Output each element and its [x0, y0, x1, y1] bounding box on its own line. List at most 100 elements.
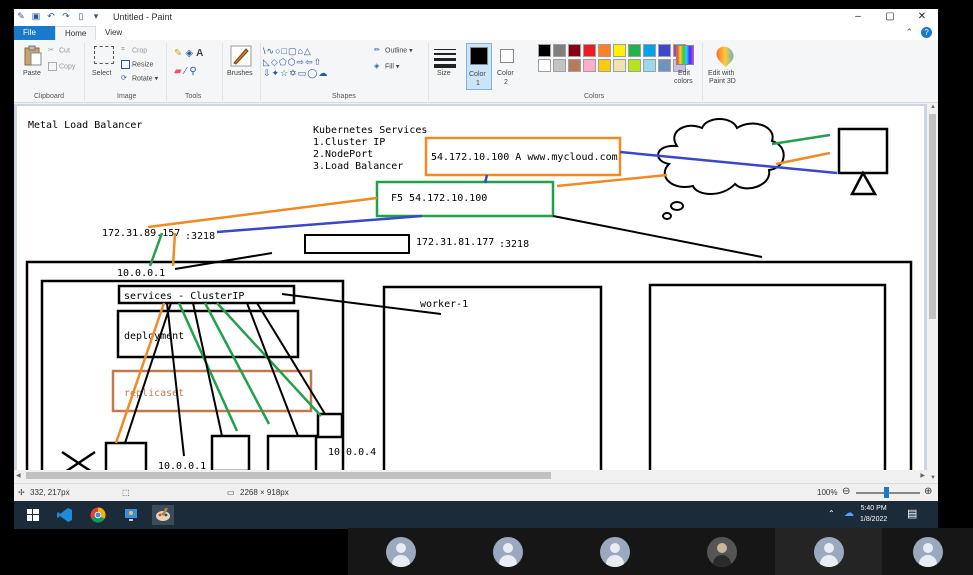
- palette-swatch[interactable]: [658, 59, 671, 72]
- palette-swatch[interactable]: [583, 44, 596, 57]
- palette-swatch[interactable]: [568, 44, 581, 57]
- arrow-down-shape-icon[interactable]: ⇩: [263, 68, 272, 78]
- vertical-scroll-thumb[interactable]: [929, 114, 936, 319]
- zoom-slider-thumb[interactable]: [884, 487, 889, 498]
- palette-swatch[interactable]: [643, 44, 656, 57]
- copy-button[interactable]: Copy: [48, 62, 75, 71]
- tray-chevron-icon[interactable]: ⌃: [828, 509, 835, 518]
- undo-icon[interactable]: ↶: [46, 11, 56, 21]
- select-button[interactable]: Select: [92, 70, 111, 77]
- drawing-canvas[interactable]: Metal Load Balancer Kubernetes Services …: [17, 106, 924, 481]
- horizontal-scrollbar[interactable]: ◀ ▶: [14, 470, 927, 481]
- size-button[interactable]: Size: [437, 70, 451, 77]
- palette-swatch[interactable]: [553, 44, 566, 57]
- participant-tile-1[interactable]: [348, 528, 454, 575]
- palette-swatch[interactable]: [613, 59, 626, 72]
- remote-desktop-icon[interactable]: [120, 505, 142, 525]
- minimize-button[interactable]: –: [842, 9, 874, 26]
- maximize-button[interactable]: ▢: [874, 9, 906, 26]
- zoom-in-icon[interactable]: ⊕: [924, 486, 932, 497]
- participant-tile-2[interactable]: [454, 528, 561, 575]
- scroll-right-icon[interactable]: ▶: [920, 472, 925, 479]
- palette-swatch[interactable]: [583, 59, 596, 72]
- pencil-icon[interactable]: ✎: [174, 48, 185, 59]
- onedrive-icon[interactable]: ☁: [844, 508, 854, 519]
- clock[interactable]: 5:40 PM 1/8/2022: [860, 503, 887, 525]
- hexagon-shape-icon[interactable]: ⬡: [288, 57, 297, 67]
- palette-swatch[interactable]: [598, 44, 611, 57]
- triangle-shape-icon[interactable]: △: [304, 46, 312, 56]
- paint-taskbar-icon[interactable]: [152, 505, 174, 525]
- edit-colors-line1[interactable]: Edit: [678, 70, 690, 77]
- edit-colors-line2[interactable]: colors: [674, 78, 693, 85]
- scroll-up-icon[interactable]: ▲: [930, 104, 936, 110]
- redo-icon[interactable]: ↷: [61, 11, 71, 21]
- callout-rect-shape-icon[interactable]: ▭: [298, 68, 308, 78]
- color1-selector[interactable]: Color 1: [466, 43, 492, 90]
- arrow-left-shape-icon[interactable]: ⇦: [305, 57, 314, 67]
- chrome-icon[interactable]: [87, 505, 109, 525]
- scroll-left-icon[interactable]: ◀: [16, 472, 21, 479]
- paint3d-icon[interactable]: [712, 42, 738, 68]
- tab-home[interactable]: Home: [55, 26, 97, 40]
- palette-swatch[interactable]: [643, 59, 656, 72]
- magnifier-icon[interactable]: ⚲: [189, 66, 199, 77]
- text-icon[interactable]: A: [196, 48, 206, 59]
- save-icon[interactable]: ▣: [31, 11, 41, 21]
- paint3d-line1[interactable]: Edit with: [708, 70, 734, 77]
- cut-button[interactable]: ✂ Cut: [48, 46, 70, 55]
- notifications-icon[interactable]: ▤: [907, 507, 917, 520]
- palette-swatch[interactable]: [658, 44, 671, 57]
- vertical-scrollbar[interactable]: ▲ ▼: [927, 104, 938, 481]
- eraser-icon[interactable]: ▰: [174, 66, 185, 77]
- participant-tile-4[interactable]: [668, 528, 775, 575]
- color-palette[interactable]: [538, 44, 686, 72]
- outline-dropdown[interactable]: ✏ Outline ▾: [374, 46, 413, 55]
- select-icon[interactable]: [94, 46, 114, 64]
- edit-colors-icon[interactable]: [676, 45, 694, 65]
- zoom-out-icon[interactable]: ⊖: [842, 486, 850, 497]
- right-triangle-shape-icon[interactable]: ◺: [263, 57, 271, 67]
- palette-swatch[interactable]: [598, 59, 611, 72]
- horizontal-scroll-thumb[interactable]: [26, 472, 551, 479]
- curve-shape-icon[interactable]: ∿: [267, 46, 276, 56]
- vscode-icon[interactable]: [54, 505, 76, 525]
- participant-tile-5[interactable]: [775, 528, 882, 575]
- palette-swatch[interactable]: [538, 59, 551, 72]
- pentagon-shape-icon[interactable]: ⬠: [279, 57, 288, 67]
- collapse-ribbon-icon[interactable]: ⌃: [905, 27, 913, 38]
- tab-file[interactable]: File: [14, 26, 55, 40]
- brushes-icon[interactable]: [230, 45, 252, 67]
- callout-oval-shape-icon[interactable]: ◯: [307, 68, 318, 78]
- participant-tile-3[interactable]: [561, 528, 668, 575]
- customize-chevron-icon[interactable]: ▾: [91, 11, 101, 21]
- star5-shape-icon[interactable]: ☆: [280, 68, 289, 78]
- star4-shape-icon[interactable]: ✦: [272, 68, 281, 78]
- tab-view[interactable]: View: [96, 26, 131, 40]
- help-icon[interactable]: ?: [921, 27, 932, 38]
- new-file-icon[interactable]: ▯: [76, 11, 86, 21]
- palette-swatch[interactable]: [538, 44, 551, 57]
- size-icon[interactable]: [434, 46, 456, 71]
- diamond-shape-icon[interactable]: ◇: [271, 57, 279, 67]
- palette-swatch[interactable]: [568, 59, 581, 72]
- paste-icon[interactable]: [23, 45, 43, 67]
- fill-dropdown[interactable]: ◈ Fill ▾: [374, 62, 399, 71]
- crop-button[interactable]: ⌗ Crop: [121, 46, 147, 55]
- palette-swatch[interactable]: [628, 59, 641, 72]
- fill-bucket-icon[interactable]: ◈: [185, 48, 196, 59]
- arrow-up-shape-icon[interactable]: ⇧: [314, 57, 323, 67]
- palette-swatch[interactable]: [613, 44, 626, 57]
- paint3d-line2[interactable]: Paint 3D: [709, 78, 736, 85]
- cloud-shape-icon[interactable]: ☁: [318, 68, 328, 78]
- close-button[interactable]: ✕: [906, 9, 938, 26]
- resize-button[interactable]: Resize: [121, 60, 153, 69]
- brushes-button[interactable]: Brushes: [227, 70, 253, 77]
- star6-shape-icon[interactable]: ✡: [289, 68, 298, 78]
- scroll-down-icon[interactable]: ▼: [930, 475, 936, 481]
- arrow-right-shape-icon[interactable]: ⇨: [297, 57, 306, 67]
- palette-swatch[interactable]: [628, 44, 641, 57]
- windows-start-icon[interactable]: [22, 505, 44, 525]
- color2-selector[interactable]: Color 2: [495, 43, 521, 90]
- participant-tile-6[interactable]: [882, 528, 973, 575]
